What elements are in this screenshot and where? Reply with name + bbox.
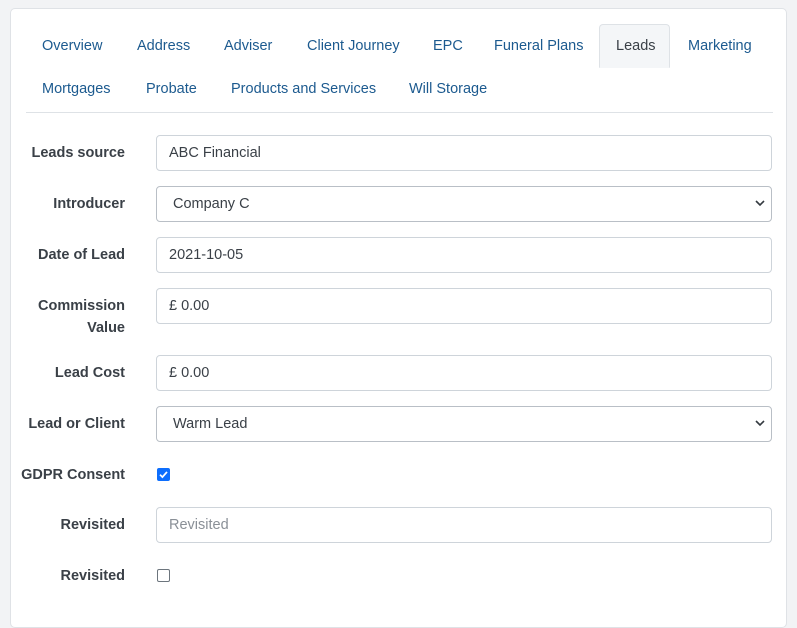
tab-mortgages[interactable]: Mortgages bbox=[26, 67, 127, 111]
date-of-lead-label: Date of Lead bbox=[37, 247, 125, 263]
commission-value-label: Commission Value bbox=[38, 295, 125, 339]
tab-epc[interactable]: EPC bbox=[417, 24, 479, 68]
gdpr-consent-label: GDPR Consent bbox=[21, 467, 125, 483]
check-icon bbox=[159, 471, 168, 479]
chevron-down-icon bbox=[755, 420, 765, 427]
lead-or-client-value: Warm Lead bbox=[173, 416, 248, 432]
chevron-down-icon bbox=[755, 200, 765, 207]
tab-funeral-plans[interactable]: Funeral Plans bbox=[478, 24, 599, 68]
tab-products-and-services[interactable]: Products and Services bbox=[215, 67, 392, 111]
tab-marketing[interactable]: Marketing bbox=[672, 24, 768, 68]
introducer-value: Company C bbox=[173, 196, 250, 212]
leads-source-label: Leads source bbox=[31, 145, 126, 161]
commission-value-label-line1: Commission bbox=[37, 298, 125, 314]
lead-or-client-label: Lead or Client bbox=[28, 416, 125, 432]
tab-adviser[interactable]: Adviser bbox=[208, 24, 288, 68]
tab-leads[interactable]: Leads bbox=[599, 24, 670, 68]
lead-cost-label: Lead Cost bbox=[54, 365, 125, 381]
tab-bar: Overview Address Adviser Client Journey … bbox=[26, 24, 773, 113]
revisited-check-label: Revisited bbox=[60, 568, 125, 584]
lead-cost-input[interactable] bbox=[156, 355, 772, 391]
tab-probate[interactable]: Probate bbox=[130, 67, 213, 111]
lead-or-client-select[interactable]: Warm Lead bbox=[156, 406, 772, 442]
introducer-select[interactable]: Company C bbox=[156, 186, 772, 222]
commission-value-input[interactable] bbox=[156, 288, 772, 324]
tab-address[interactable]: Address bbox=[121, 24, 206, 68]
client-detail-card: Overview Address Adviser Client Journey … bbox=[10, 8, 787, 628]
revisited-checkbox[interactable] bbox=[157, 569, 170, 582]
date-of-lead-input[interactable] bbox=[156, 237, 772, 273]
commission-value-label-line2: Value bbox=[87, 320, 125, 336]
tab-client-journey[interactable]: Client Journey bbox=[291, 24, 416, 68]
introducer-label: Introducer bbox=[53, 196, 125, 212]
revisited-input[interactable] bbox=[156, 507, 772, 543]
revisited-text-label: Revisited bbox=[60, 517, 125, 533]
gdpr-consent-checkbox[interactable] bbox=[157, 468, 170, 481]
tab-will-storage[interactable]: Will Storage bbox=[393, 67, 503, 111]
tab-overview[interactable]: Overview bbox=[26, 24, 118, 68]
leads-source-input[interactable] bbox=[156, 135, 772, 171]
